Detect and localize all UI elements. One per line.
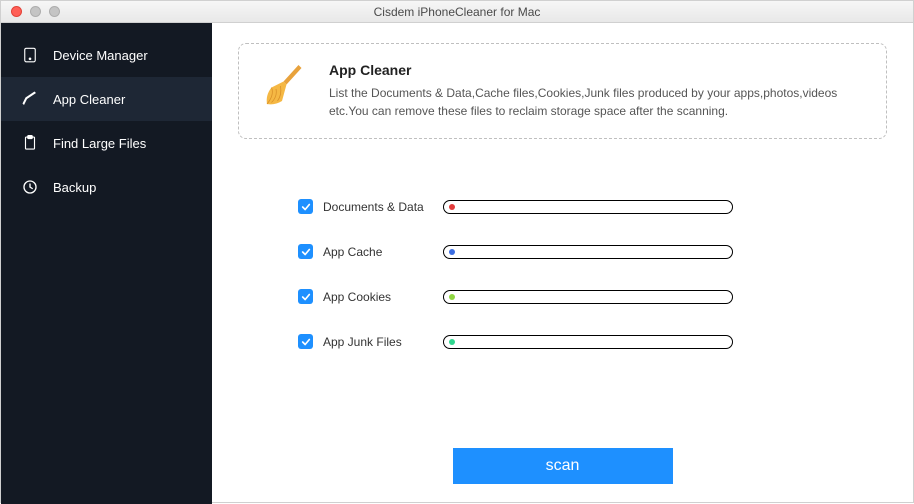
option-row-app-cache: App Cache <box>298 244 887 259</box>
option-row-app-cookies: App Cookies <box>298 289 887 304</box>
sidebar-item-label: Backup <box>53 180 96 195</box>
backup-icon <box>21 178 39 196</box>
option-label: App Junk Files <box>313 335 443 349</box>
checkbox-documents-data[interactable] <box>298 199 313 214</box>
checkbox-app-cookies[interactable] <box>298 289 313 304</box>
progress-dot <box>449 204 455 210</box>
broom-icon <box>261 62 309 110</box>
panel-title: App Cleaner <box>329 62 864 78</box>
clipboard-icon <box>21 134 39 152</box>
window-title: Cisdem iPhoneCleaner for Mac <box>1 5 913 19</box>
option-row-documents-data: Documents & Data <box>298 199 887 214</box>
traffic-lights <box>1 6 60 17</box>
titlebar: Cisdem iPhoneCleaner for Mac <box>1 1 913 23</box>
progress-bar-app-cache <box>443 245 733 259</box>
sidebar-item-device-manager[interactable]: Device Manager <box>1 33 212 77</box>
sidebar-item-app-cleaner[interactable]: App Cleaner <box>1 77 212 121</box>
option-label: Documents & Data <box>313 200 443 214</box>
progress-bar-app-cookies <box>443 290 733 304</box>
checkbox-app-cache[interactable] <box>298 244 313 259</box>
panel-description: List the Documents & Data,Cache files,Co… <box>329 84 864 120</box>
sidebar-item-label: App Cleaner <box>53 92 125 107</box>
window-minimize-button[interactable] <box>30 6 41 17</box>
sidebar: Device Manager App Cleaner Find Large Fi… <box>1 23 212 504</box>
sidebar-item-find-large-files[interactable]: Find Large Files <box>1 121 212 165</box>
main-content: App Cleaner List the Documents & Data,Ca… <box>212 23 913 504</box>
checkbox-app-junk[interactable] <box>298 334 313 349</box>
option-row-app-junk: App Junk Files <box>298 334 887 349</box>
sidebar-item-backup[interactable]: Backup <box>1 165 212 209</box>
progress-dot <box>449 339 455 345</box>
options-list: Documents & Data App Cache App Cookies <box>238 199 887 349</box>
sidebar-item-label: Device Manager <box>53 48 148 63</box>
sidebar-item-label: Find Large Files <box>53 136 146 151</box>
broom-small-icon <box>21 90 39 108</box>
option-label: App Cookies <box>313 290 443 304</box>
progress-bar-app-junk <box>443 335 733 349</box>
window-close-button[interactable] <box>11 6 22 17</box>
progress-dot <box>449 294 455 300</box>
progress-bar-documents-data <box>443 200 733 214</box>
window-maximize-button[interactable] <box>49 6 60 17</box>
info-box: App Cleaner List the Documents & Data,Ca… <box>238 43 887 139</box>
device-icon <box>21 46 39 64</box>
scan-button[interactable]: scan <box>453 448 673 484</box>
progress-dot <box>449 249 455 255</box>
option-label: App Cache <box>313 245 443 259</box>
